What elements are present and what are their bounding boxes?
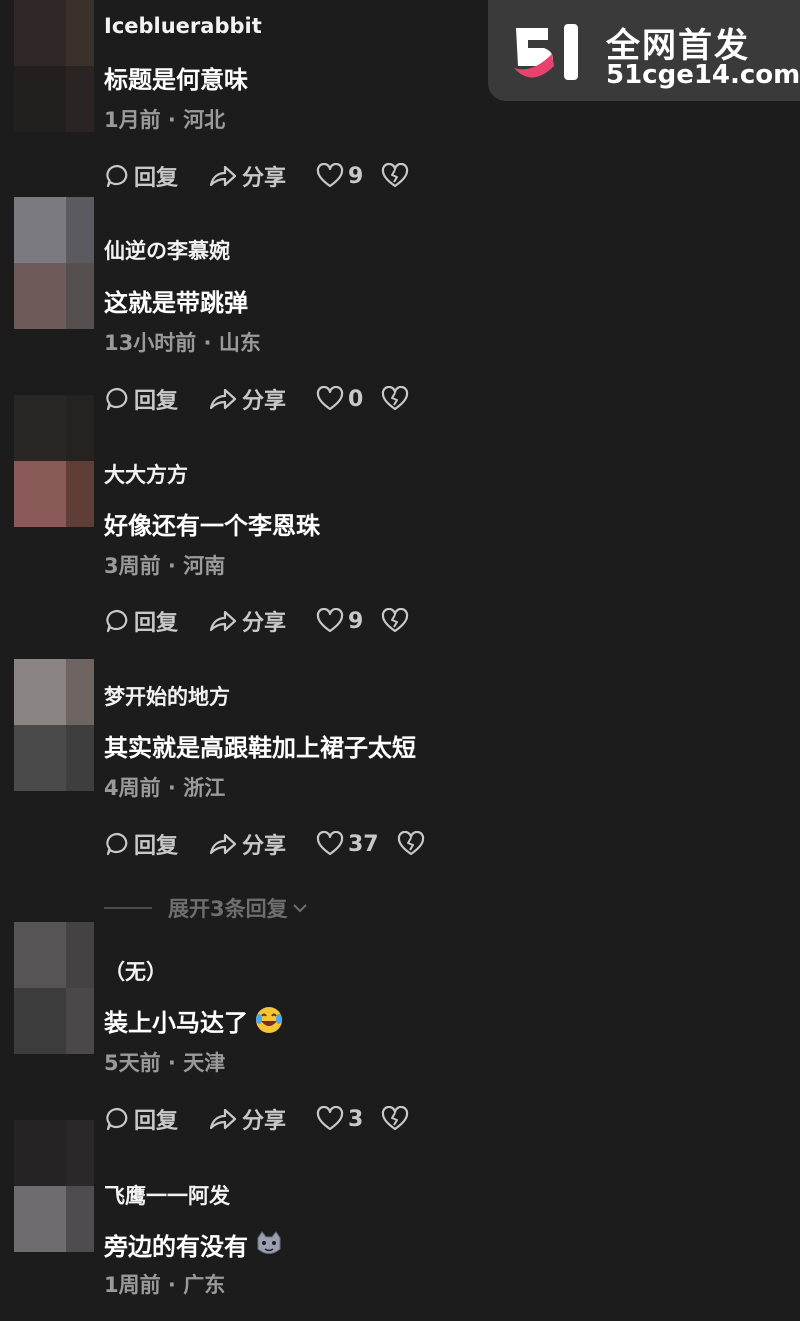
comment-meta: 1周前 · 广东 <box>104 1273 226 1297</box>
username[interactable]: 仙逆の李慕婉 <box>104 235 230 265</box>
share-label: 分享 <box>242 166 287 191</box>
broken-heart-icon <box>382 1106 409 1131</box>
reply-label: 回复 <box>134 389 179 414</box>
expand-replies-label: 展开3条回复 <box>168 897 288 921</box>
broken-heart-icon <box>382 608 409 633</box>
comment-text: 好像还有一个李恩珠 <box>104 512 320 540</box>
comment-bubble-icon <box>106 1107 128 1131</box>
username[interactable]: （无） <box>104 956 167 986</box>
dislike-button[interactable] <box>381 608 409 634</box>
dislike-button[interactable] <box>381 386 409 412</box>
dislike-button[interactable] <box>397 831 425 857</box>
comment-text: 这就是带跳弹 <box>104 289 248 317</box>
reply-button[interactable]: 回复 <box>104 828 208 860</box>
share-button[interactable]: 分享 <box>208 160 316 192</box>
avatar[interactable] <box>14 395 94 527</box>
dislike-button[interactable] <box>381 1106 409 1132</box>
watermark-url: 51cge14.com <box>606 60 800 90</box>
comment-meta: 5天前 · 天津 <box>104 1051 226 1075</box>
share-label: 分享 <box>242 611 287 636</box>
avatar[interactable] <box>14 197 94 329</box>
chevron-down-icon <box>292 904 307 913</box>
share-label: 分享 <box>242 389 287 414</box>
like-button[interactable]: 37 <box>316 831 379 857</box>
divider <box>104 907 152 909</box>
avatar[interactable] <box>14 0 94 132</box>
comment-text: 装上小马达了 <box>104 1003 284 1038</box>
like-count: 0 <box>348 386 364 412</box>
comment-text: 其实就是高跟鞋加上裙子太短 <box>104 734 416 762</box>
site-logo-icon <box>514 24 578 80</box>
broken-heart-icon <box>397 831 424 856</box>
comment-actions: 回复 分享 3 <box>104 1104 409 1134</box>
share-button[interactable]: 分享 <box>208 605 316 637</box>
like-button[interactable]: 3 <box>316 1106 363 1132</box>
username[interactable]: Icebluerabbit <box>104 14 262 38</box>
reply-label: 回复 <box>134 1109 179 1134</box>
comment-text: 标题是何意味 <box>104 66 248 94</box>
comment-actions: 回复 分享 9 <box>104 161 409 191</box>
avatar[interactable] <box>14 659 94 791</box>
reply-label: 回复 <box>134 611 179 636</box>
username[interactable]: 飞鹰一一阿发 <box>104 1180 230 1210</box>
broken-heart-icon <box>382 386 409 411</box>
share-arrow-icon <box>209 610 237 632</box>
share-button[interactable]: 分享 <box>208 383 316 415</box>
reply-button[interactable]: 回复 <box>104 605 208 637</box>
heart-icon <box>316 831 344 856</box>
comment-meta: 3周前 · 河南 <box>104 554 226 578</box>
broken-heart-icon <box>382 163 409 188</box>
comment-text: 旁边的有没有 <box>104 1227 284 1262</box>
like-count: 9 <box>348 163 364 189</box>
like-button[interactable]: 9 <box>316 608 363 634</box>
comment-bubble-icon <box>106 164 128 188</box>
share-arrow-icon <box>209 833 237 855</box>
share-arrow-icon <box>209 165 237 187</box>
heart-icon <box>316 1106 344 1131</box>
comment-bubble-icon <box>106 387 128 411</box>
heart-icon <box>316 608 344 633</box>
reply-button[interactable]: 回复 <box>104 160 208 192</box>
heart-icon <box>316 163 344 188</box>
comment-meta: 1月前 · 河北 <box>104 108 226 132</box>
comment-meta: 13小时前 · 山东 <box>104 331 261 355</box>
comment-text-content: 旁边的有没有 <box>104 1233 248 1261</box>
reply-button[interactable]: 回复 <box>104 383 208 415</box>
share-arrow-icon <box>209 388 237 410</box>
share-arrow-icon <box>209 1108 237 1130</box>
comment-actions: 回复 分享 0 <box>104 384 409 414</box>
like-count: 3 <box>348 1106 364 1132</box>
cat-emoji-icon <box>257 1231 281 1254</box>
share-button[interactable]: 分享 <box>208 1103 316 1135</box>
reply-label: 回复 <box>134 834 179 859</box>
share-label: 分享 <box>242 1109 287 1134</box>
like-count: 37 <box>348 831 379 857</box>
username[interactable]: 大大方方 <box>104 459 188 489</box>
share-button[interactable]: 分享 <box>208 828 316 860</box>
comment-actions: 回复 分享 37 <box>104 829 425 859</box>
like-count: 9 <box>348 608 364 634</box>
heart-icon <box>316 386 344 411</box>
comment-meta: 4周前 · 浙江 <box>104 776 226 800</box>
avatar[interactable] <box>14 922 94 1054</box>
like-button[interactable]: 9 <box>316 163 363 189</box>
reply-label: 回复 <box>134 166 179 191</box>
expand-replies-button[interactable]: 展开3条回复 <box>104 893 310 923</box>
like-button[interactable]: 0 <box>316 386 363 412</box>
share-label: 分享 <box>242 834 287 859</box>
comment-text-content: 装上小马达了 <box>104 1009 248 1037</box>
comment-bubble-icon <box>106 609 128 633</box>
laughing-crying-emoji-icon <box>256 1007 282 1033</box>
comment-actions: 回复 分享 9 <box>104 606 409 636</box>
watermark: 全网首发 51cge14.com <box>488 0 800 101</box>
avatar[interactable] <box>14 1120 94 1252</box>
reply-button[interactable]: 回复 <box>104 1103 208 1135</box>
comment-bubble-icon <box>106 832 128 856</box>
dislike-button[interactable] <box>381 163 409 189</box>
username[interactable]: 梦开始的地方 <box>104 681 230 711</box>
